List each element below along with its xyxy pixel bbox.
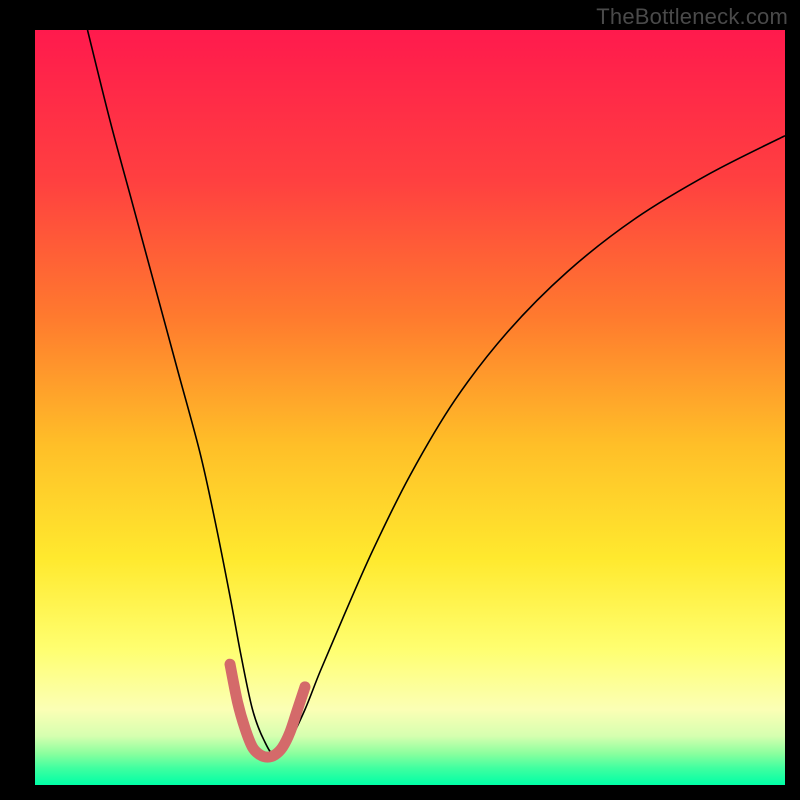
plot-area bbox=[35, 30, 785, 785]
plot-svg bbox=[35, 30, 785, 785]
watermark-text: TheBottleneck.com bbox=[596, 4, 788, 30]
gradient-background bbox=[35, 30, 785, 785]
chart-frame: TheBottleneck.com bbox=[0, 0, 800, 800]
